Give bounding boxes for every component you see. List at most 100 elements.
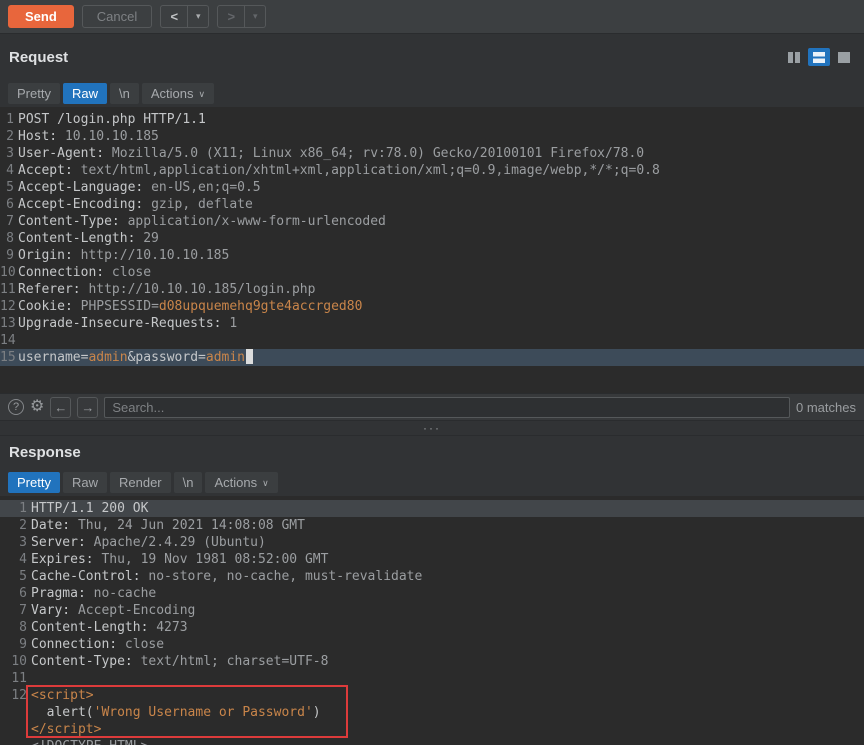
line-number: 4 xyxy=(0,162,14,179)
cancel-button[interactable]: Cancel xyxy=(82,5,152,28)
request-tab-raw[interactable]: Raw xyxy=(63,83,107,104)
search-input[interactable] xyxy=(104,397,790,418)
request-tab-newline[interactable]: \n xyxy=(110,83,139,104)
code-line[interactable]: 1HTTP/1.1 200 OK xyxy=(0,500,864,517)
line-number: 1 xyxy=(0,111,14,128)
history-forward-dropdown-button[interactable]: ▾ xyxy=(245,5,266,28)
line-number: 6 xyxy=(0,585,27,602)
request-title: Request xyxy=(9,49,68,66)
code-line[interactable]: 2Host: 10.10.10.185 xyxy=(0,128,864,145)
line-number: 11 xyxy=(0,281,14,298)
code-line[interactable]: 14 xyxy=(0,332,864,349)
code-text: User-Agent: Mozilla/5.0 (X11; Linux x86_… xyxy=(18,145,644,162)
response-editor[interactable]: 1HTTP/1.1 200 OK2Date: Thu, 24 Jun 2021 … xyxy=(0,496,864,745)
request-tab-pretty[interactable]: Pretty xyxy=(8,83,60,104)
code-line[interactable]: 6Accept-Encoding: gzip, deflate xyxy=(0,196,864,213)
code-line[interactable]: 7Content-Type: application/x-www-form-ur… xyxy=(0,213,864,230)
code-line[interactable]: 12<script> xyxy=(0,687,864,704)
layout-rows-icon[interactable] xyxy=(808,48,830,66)
code-text: Cache-Control: no-store, no-cache, must-… xyxy=(31,568,422,585)
help-icon[interactable]: ? xyxy=(8,399,24,415)
code-line[interactable]: 8Content-Length: 4273 xyxy=(0,619,864,636)
dropdown-arrow-icon: ▾ xyxy=(253,11,258,21)
request-tabbar: Pretty Raw \n Actions∨ xyxy=(0,80,864,107)
code-line[interactable]: 9Connection: close xyxy=(0,636,864,653)
response-header: Response xyxy=(0,436,864,469)
dropdown-arrow-icon: ▾ xyxy=(196,11,201,21)
code-line[interactable]: </script> xyxy=(0,721,864,738)
history-back-dropdown-button[interactable]: ▾ xyxy=(188,5,209,28)
code-line[interactable]: 4Accept: text/html,application/xhtml+xml… xyxy=(0,162,864,179)
line-number: 3 xyxy=(0,145,14,162)
code-text: </script> xyxy=(31,721,101,738)
send-button[interactable]: Send xyxy=(8,5,74,28)
history-forward-button[interactable]: > xyxy=(217,5,245,28)
code-line[interactable]: 6Pragma: no-cache xyxy=(0,585,864,602)
response-tab-pretty[interactable]: Pretty xyxy=(8,472,60,493)
code-text: Upgrade-Insecure-Requests: 1 xyxy=(18,315,237,332)
top-toolbar: Send Cancel < ▾ > ▾ xyxy=(0,0,864,34)
history-forward-group: > ▾ xyxy=(217,5,266,28)
request-editor[interactable]: 1POST /login.php HTTP/1.12Host: 10.10.10… xyxy=(0,107,864,393)
code-line[interactable]: 10Connection: close xyxy=(0,264,864,281)
code-text: <!DOCTYPE HTML> xyxy=(31,738,148,745)
settings-gear-icon[interactable]: ⚙ xyxy=(30,399,44,415)
line-number: 5 xyxy=(0,179,14,196)
response-tab-render[interactable]: Render xyxy=(110,472,171,493)
code-text: Date: Thu, 24 Jun 2021 14:08:08 GMT xyxy=(31,517,305,534)
response-tab-raw[interactable]: Raw xyxy=(63,472,107,493)
code-line[interactable]: 13Upgrade-Insecure-Requests: 1 xyxy=(0,315,864,332)
code-line[interactable]: 12Cookie: PHPSESSID=d08upquemehq9gte4acc… xyxy=(0,298,864,315)
line-number: 5 xyxy=(0,568,27,585)
line-number: 2 xyxy=(0,517,27,534)
code-line[interactable]: 9Origin: http://10.10.10.185 xyxy=(0,247,864,264)
line-number xyxy=(0,738,27,745)
code-text: Accept-Language: en-US,en;q=0.5 xyxy=(18,179,261,196)
code-line[interactable]: <!DOCTYPE HTML> xyxy=(0,738,864,745)
search-prev-button[interactable]: ← xyxy=(50,397,71,418)
line-number: 9 xyxy=(0,636,27,653)
code-text: Host: 10.10.10.185 xyxy=(18,128,159,145)
response-title: Response xyxy=(9,444,81,461)
response-tab-actions[interactable]: Actions ∨ xyxy=(205,472,277,493)
tab-label: Render xyxy=(119,475,162,490)
code-text: alert('Wrong Username or Password') xyxy=(31,704,321,721)
code-line[interactable]: 10Content-Type: text/html; charset=UTF-8 xyxy=(0,653,864,670)
code-line[interactable]: 5Accept-Language: en-US,en;q=0.5 xyxy=(0,179,864,196)
line-number: 12 xyxy=(0,687,27,704)
code-line[interactable]: 4Expires: Thu, 19 Nov 1981 08:52:00 GMT xyxy=(0,551,864,568)
code-line[interactable]: 8Content-Length: 29 xyxy=(0,230,864,247)
line-number: 9 xyxy=(0,247,14,264)
layout-columns-icon[interactable] xyxy=(783,48,805,66)
code-text: username=admin&password=admin xyxy=(18,349,253,366)
code-line[interactable]: 3User-Agent: Mozilla/5.0 (X11; Linux x86… xyxy=(0,145,864,162)
layout-single-icon[interactable] xyxy=(833,48,855,66)
line-number: 6 xyxy=(0,196,14,213)
code-line[interactable]: 5Cache-Control: no-store, no-cache, must… xyxy=(0,568,864,585)
code-line[interactable]: 1POST /login.php HTTP/1.1 xyxy=(0,111,864,128)
code-line[interactable]: 3Server: Apache/2.4.29 (Ubuntu) xyxy=(0,534,864,551)
request-search-bar: ? ⚙ ← → 0 matches xyxy=(0,393,864,420)
history-back-button[interactable]: < xyxy=(160,5,188,28)
request-tab-actions[interactable]: Actions∨ xyxy=(142,83,214,104)
line-number: 10 xyxy=(0,653,27,670)
panel-splitter[interactable]: ··· xyxy=(0,420,864,436)
code-line[interactable]: 2Date: Thu, 24 Jun 2021 14:08:08 GMT xyxy=(0,517,864,534)
code-line[interactable]: 15username=admin&password=admin xyxy=(0,349,864,366)
tab-label: Actions xyxy=(214,475,257,490)
text-caret xyxy=(246,349,253,364)
code-line[interactable]: 11Referer: http://10.10.10.185/login.php xyxy=(0,281,864,298)
line-number: 2 xyxy=(0,128,14,145)
code-line[interactable]: 11 xyxy=(0,670,864,687)
code-line[interactable]: 7Vary: Accept-Encoding xyxy=(0,602,864,619)
code-text: Accept: text/html,application/xhtml+xml,… xyxy=(18,162,660,179)
tab-label: \n xyxy=(183,475,194,490)
search-next-button[interactable]: → xyxy=(77,397,98,418)
response-tab-newline[interactable]: \n xyxy=(174,472,203,493)
chevron-down-icon: ∨ xyxy=(262,478,269,489)
code-text: Content-Length: 4273 xyxy=(31,619,188,636)
code-line[interactable]: alert('Wrong Username or Password') xyxy=(0,704,864,721)
burp-repeater-window: Send Cancel < ▾ > ▾ Request Pretty Raw \ xyxy=(0,0,864,745)
response-tabbar: Pretty Raw Render \n Actions ∨ xyxy=(0,469,864,496)
tab-label: \n xyxy=(119,86,130,101)
